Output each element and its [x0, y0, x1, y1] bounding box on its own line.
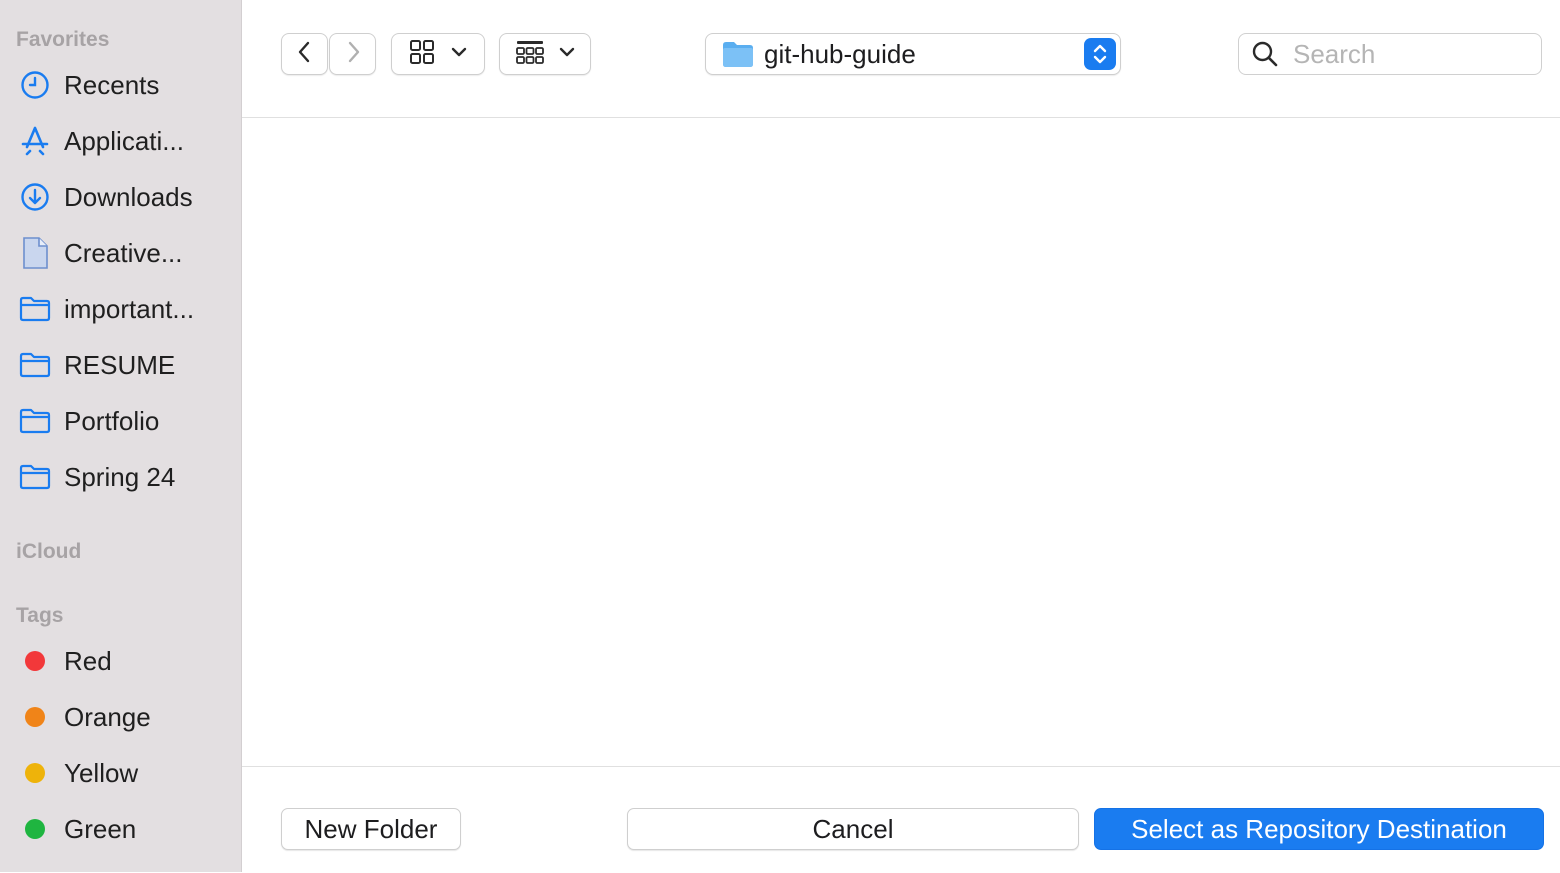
sidebar-item-label: RESUME	[64, 349, 176, 380]
sidebar-item-downloads[interactable]: Downloads	[0, 172, 241, 222]
folder-icon	[18, 348, 52, 382]
chevron-down-icon	[451, 45, 467, 63]
sidebar-item-applications[interactable]: Applicati...	[0, 116, 241, 166]
sidebar-item-label: Applicati...	[64, 125, 184, 156]
search-field[interactable]	[1238, 33, 1542, 75]
sidebar-tag-yellow[interactable]: Yellow	[0, 748, 241, 798]
download-icon	[18, 180, 52, 214]
folder-icon	[18, 404, 52, 438]
sidebar-item-resume[interactable]: RESUME	[0, 340, 241, 390]
sidebar-tag-orange[interactable]: Orange	[0, 692, 241, 742]
sidebar-item-recents[interactable]: Recents	[0, 60, 241, 110]
chevron-left-icon	[295, 40, 315, 69]
clock-icon	[18, 68, 52, 102]
sidebar-item-label: Creative...	[64, 237, 183, 268]
sidebar-item-label: important...	[64, 293, 195, 324]
forward-button[interactable]	[329, 33, 376, 75]
sidebar-item-label: Orange	[64, 701, 151, 732]
yellow-tag-dot-icon	[25, 763, 45, 783]
file-browser-main: git-hub-guide New Folder Cancel Select a…	[242, 0, 1560, 872]
favorites-section-title: Favorites	[16, 28, 110, 51]
folder-icon	[18, 292, 52, 326]
document-icon	[18, 236, 52, 270]
sidebar: Favorites Recents Applicati... Downloads…	[0, 0, 242, 872]
chevron-right-icon	[343, 40, 363, 69]
file-list-area[interactable]	[242, 118, 1560, 766]
current-folder-name: git-hub-guide	[764, 38, 916, 69]
search-icon	[1251, 40, 1279, 68]
applications-icon	[18, 124, 52, 158]
sidebar-item-label: Portfolio	[64, 405, 160, 436]
sidebar-tag-red[interactable]: Red	[0, 636, 241, 686]
location-popup[interactable]: git-hub-guide	[705, 33, 1121, 75]
view-mode-button[interactable]	[391, 33, 485, 75]
tags-section-title[interactable]: Tags	[16, 604, 63, 628]
gallery-view-icon	[515, 39, 545, 70]
sidebar-item-creative[interactable]: Creative...	[0, 228, 241, 278]
cancel-button[interactable]: Cancel	[627, 808, 1079, 850]
orange-tag-dot-icon	[25, 707, 45, 727]
sidebar-item-label: Recents	[64, 69, 160, 100]
back-button[interactable]	[281, 33, 328, 75]
sidebar-item-label: Downloads	[64, 181, 193, 212]
chevron-down-icon	[559, 45, 575, 63]
toolbar: git-hub-guide	[242, 0, 1560, 118]
dialog-footer: New Folder Cancel Select as Repository D…	[242, 766, 1560, 873]
folder-icon	[722, 40, 754, 68]
search-input[interactable]	[1291, 37, 1525, 71]
sidebar-item-label: Yellow	[64, 757, 139, 788]
sidebar-item-label: Green	[64, 813, 137, 844]
sidebar-item-important[interactable]: important...	[0, 284, 241, 334]
green-tag-dot-icon	[25, 819, 45, 839]
icon-view-grid-icon	[409, 39, 435, 70]
red-tag-dot-icon	[25, 651, 45, 671]
select-destination-button[interactable]: Select as Repository Destination	[1094, 808, 1544, 850]
popup-stepper-icon	[1084, 38, 1116, 70]
group-by-button[interactable]	[499, 33, 591, 75]
icloud-section-title[interactable]: iCloud	[16, 540, 81, 564]
folder-icon	[18, 460, 52, 494]
sidebar-item-portfolio[interactable]: Portfolio	[0, 396, 241, 446]
new-folder-button[interactable]: New Folder	[281, 808, 461, 850]
sidebar-item-label: Spring 24	[64, 461, 176, 492]
sidebar-item-label: Red	[64, 645, 112, 676]
sidebar-tag-green[interactable]: Green	[0, 804, 241, 854]
sidebar-item-spring-24[interactable]: Spring 24	[0, 452, 241, 502]
